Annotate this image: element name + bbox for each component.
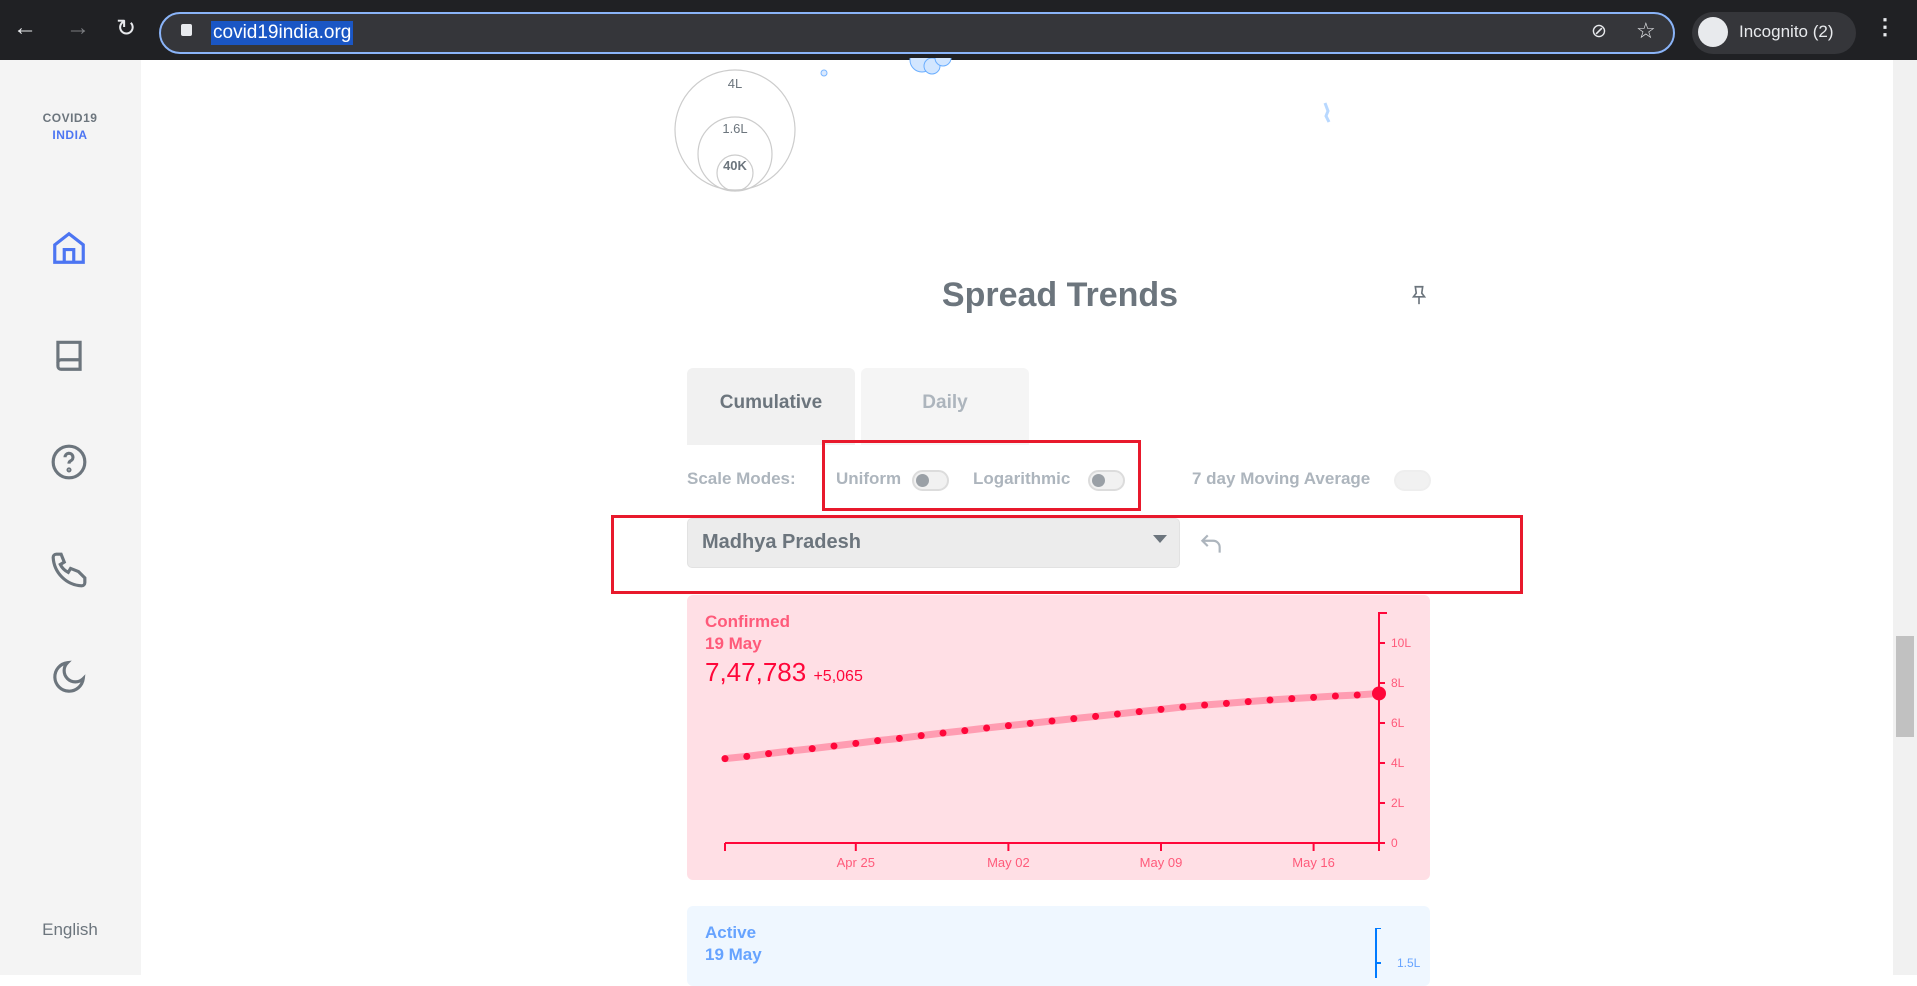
lock-icon: [181, 24, 192, 36]
data-point: [1048, 717, 1056, 725]
logo[interactable]: COVID19 INDIA: [20, 110, 120, 144]
incognito-label: Incognito (2): [1739, 22, 1834, 41]
section-title: Spread Trends: [941, 276, 1179, 314]
y-tick-label: 8L: [1391, 676, 1405, 690]
legend-label: 1.6L: [722, 121, 748, 136]
data-point: [1113, 710, 1121, 718]
data-point: [1135, 708, 1143, 716]
scale-modes-label: Scale Modes:: [687, 469, 796, 488]
data-point: [1310, 693, 1318, 701]
reload-icon[interactable]: ↻: [111, 14, 141, 43]
highlight-box: [822, 440, 1141, 511]
active-chart-card: Active 19 May 1.5L: [687, 906, 1430, 986]
highlight-box: [611, 515, 1523, 594]
y-tick-label: 2L: [1391, 796, 1405, 810]
data-point: [852, 739, 860, 747]
tab-daily[interactable]: Daily: [861, 368, 1029, 445]
logo-line1: COVID19: [42, 111, 98, 125]
data-point: [1222, 699, 1230, 707]
scrollbar[interactable]: [1893, 60, 1917, 975]
data-point: [1288, 695, 1296, 703]
data-point: [830, 742, 838, 750]
y-tick-label: 6L: [1391, 716, 1405, 730]
legend-label: 4L: [727, 76, 743, 91]
data-point: [917, 732, 925, 740]
help-icon[interactable]: [50, 443, 88, 481]
scrollbar-thumb[interactable]: [1896, 636, 1914, 737]
data-point: [1179, 703, 1187, 711]
data-point: [1372, 686, 1386, 701]
moving-average-toggle[interactable]: [1394, 470, 1431, 491]
data-point: [721, 755, 729, 763]
y-tick-label: 1.5L: [1397, 956, 1421, 970]
phone-icon[interactable]: [50, 551, 88, 589]
data-point: [1026, 719, 1034, 727]
browser-toolbar: ← → ↻ covid19india.org ⊘ ☆ Incognito (2)…: [0, 0, 1917, 60]
data-point: [1244, 698, 1252, 706]
confirmed-chart[interactable]: 0 2L 4L 6L 8L 10L Apr 25 May 02 May 09 May 16: [687, 595, 1430, 880]
forward-icon[interactable]: →: [63, 14, 93, 42]
data-point: [1157, 705, 1165, 713]
data-point: [1070, 715, 1078, 723]
data-point: [939, 729, 947, 737]
incognito-icon: [1698, 17, 1728, 47]
y-tick-label: 10L: [1391, 636, 1411, 650]
map-bubble-legend: [674, 58, 1331, 192]
star-icon[interactable]: ☆: [1636, 18, 1656, 44]
data-point: [895, 734, 903, 742]
active-y-axis: [1375, 928, 1381, 978]
sidebar: [0, 60, 141, 975]
moon-icon[interactable]: [50, 658, 88, 696]
x-tick-label: May 09: [1140, 855, 1183, 870]
eye-off-icon[interactable]: ⊘: [1591, 20, 1607, 43]
back-icon[interactable]: ←: [10, 14, 40, 42]
tab-cumulative[interactable]: Cumulative: [687, 368, 855, 445]
x-tick-label: Apr 25: [837, 855, 875, 870]
data-point: [808, 745, 816, 753]
data-point: [961, 727, 969, 735]
card-title: Active: [705, 923, 757, 942]
y-tick-label: 4L: [1391, 756, 1405, 770]
y-tick-label: 0: [1391, 836, 1398, 850]
data-point: [1201, 701, 1209, 709]
language-selector[interactable]: English: [20, 920, 120, 940]
y-axis: [1378, 612, 1387, 851]
card-date: 19 May: [705, 945, 762, 964]
legend-label: 40K: [723, 158, 747, 173]
data-point: [1266, 696, 1274, 704]
data-point: [983, 724, 991, 732]
address-bar[interactable]: covid19india.org ⊘ ☆: [159, 12, 1675, 54]
url-text[interactable]: covid19india.org: [211, 21, 354, 45]
pin-icon[interactable]: [1408, 281, 1430, 309]
data-point: [765, 750, 773, 758]
x-tick-label: May 02: [987, 855, 1030, 870]
data-point: [743, 752, 751, 760]
home-icon[interactable]: [50, 229, 88, 267]
data-point: [786, 747, 794, 755]
menu-icon[interactable]: ⋮: [1874, 14, 1896, 40]
data-point: [1004, 722, 1012, 730]
data-point: [874, 737, 882, 745]
x-tick-label: May 16: [1292, 855, 1335, 870]
data-point: [1331, 692, 1339, 700]
data-point: [1092, 712, 1100, 720]
incognito-badge[interactable]: Incognito (2): [1692, 12, 1856, 54]
series-line: [721, 689, 1383, 763]
book-icon[interactable]: [50, 336, 88, 374]
data-point: [1353, 691, 1361, 699]
moving-average-label: 7 day Moving Average: [1192, 469, 1371, 488]
logo-line2: INDIA: [52, 128, 88, 142]
